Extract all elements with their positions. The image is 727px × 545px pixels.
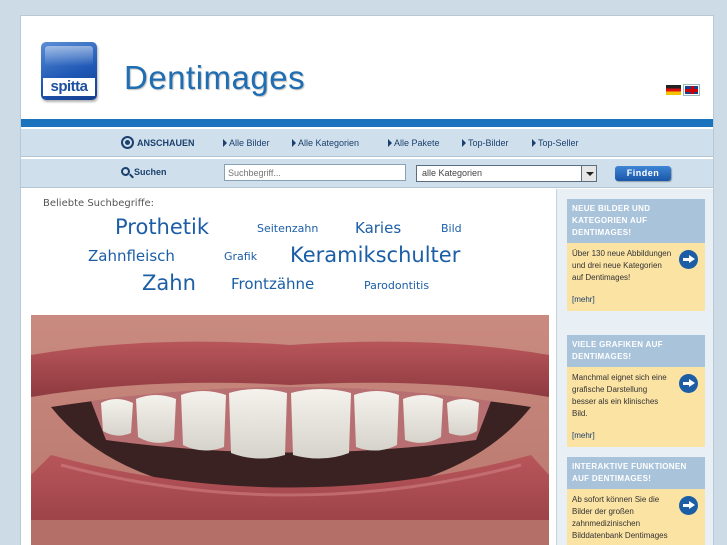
nav-alle-kategorien[interactable]: Alle Kategorien [292, 138, 359, 148]
nav-alle-bilder[interactable]: Alle Bilder [223, 138, 270, 148]
find-button[interactable]: Finden [615, 166, 671, 181]
header-stripe [21, 119, 713, 127]
arrow-right-icon [223, 139, 227, 147]
logo-highlight [45, 46, 93, 66]
chevron-down-icon[interactable] [581, 166, 596, 181]
nav-anschauen-label: ANSCHAUEN [137, 138, 195, 148]
info-box-graphics: VIELE GRAFIKEN AUF DENTIMAGES! Manchmal … [567, 335, 705, 447]
nav-label: Top-Bilder [468, 138, 509, 148]
info-box-text: Über 130 neue Abbildungen und drei neue … [572, 249, 672, 282]
tag-parodontitis[interactable]: Parodontitis [364, 279, 429, 292]
uk-flag-icon[interactable] [683, 84, 700, 96]
info-box-header: INTERAKTIVE FUNKTIONEN AUF DENTIMAGES! [567, 457, 705, 489]
page: spitta Dentimages ANSCHAUEN Alle Bilder … [20, 15, 714, 545]
search-input[interactable] [224, 164, 406, 181]
sidebar: NEUE BILDER UND KATEGORIEN AUF DENTIMAGE… [556, 189, 713, 545]
site-title[interactable]: Dentimages [124, 58, 305, 98]
search-icon [121, 167, 130, 176]
arrow-circle-icon[interactable] [679, 250, 698, 269]
arrow-circle-icon[interactable] [679, 374, 698, 393]
nav-label: Alle Bilder [229, 138, 270, 148]
tag-karies[interactable]: Karies [355, 219, 401, 237]
tag-cloud-title: Beliebte Suchbegriffe: [43, 198, 154, 209]
arrow-right-icon [532, 139, 536, 147]
info-box-text: Ab sofort können Sie die Bilder der groß… [572, 495, 668, 540]
arrow-right-icon [462, 139, 466, 147]
more-link[interactable]: [mehr] [572, 430, 673, 442]
arrow-circle-icon[interactable] [679, 496, 698, 515]
search-bar: Suchen alle Kategorien Finden [21, 159, 713, 188]
nav-alle-pakete[interactable]: Alle Pakete [388, 138, 440, 148]
tag-frontzaehne[interactable]: Frontzähne [231, 275, 314, 293]
teeth-photo-image [31, 315, 549, 545]
arrow-right-icon [388, 139, 392, 147]
search-label: Suchen [121, 167, 167, 177]
eye-icon [121, 136, 134, 149]
tag-grafik[interactable]: Grafik [224, 250, 257, 263]
info-box-interactive: INTERAKTIVE FUNKTIONEN AUF DENTIMAGES! A… [567, 457, 705, 545]
nav-top-bilder[interactable]: Top-Bilder [462, 138, 509, 148]
search-label-text: Suchen [134, 167, 167, 177]
info-box-body: Ab sofort können Sie die Bilder der groß… [567, 489, 705, 545]
info-box-body: Manchmal eignet sich eine grafische Dars… [567, 367, 705, 447]
nav-label: Alle Kategorien [298, 138, 360, 148]
info-box-body: Über 130 neue Abbildungen und drei neue … [567, 243, 705, 311]
tag-seitenzahn[interactable]: Seitenzahn [257, 222, 318, 235]
tag-keramikschulter[interactable]: Keramikschulter [290, 243, 460, 267]
header: spitta Dentimages [21, 16, 713, 119]
arrow-right-icon [292, 139, 296, 147]
more-link[interactable]: [mehr] [572, 294, 673, 306]
tag-bild[interactable]: Bild [441, 222, 462, 235]
info-box-text: Manchmal eignet sich eine grafische Dars… [572, 373, 667, 418]
nav-anschauen[interactable]: ANSCHAUEN [121, 136, 195, 149]
info-box-header: VIELE GRAFIKEN AUF DENTIMAGES! [567, 335, 705, 367]
tag-cloud: Beliebte Suchbegriffe: Prothetik Seitenz… [21, 189, 556, 309]
main-nav: ANSCHAUEN Alle Bilder Alle Kategorien Al… [21, 129, 713, 157]
nav-label: Alle Pakete [394, 138, 440, 148]
tag-zahnfleisch[interactable]: Zahnfleisch [88, 247, 175, 265]
teeth-photo[interactable] [31, 315, 549, 545]
spitta-logo[interactable]: spitta [41, 42, 97, 100]
category-select-value: alle Kategorien [422, 168, 483, 178]
nav-top-seller[interactable]: Top-Seller [532, 138, 579, 148]
tag-zahn[interactable]: Zahn [142, 271, 196, 295]
nav-label: Top-Seller [538, 138, 579, 148]
info-box-new-images: NEUE BILDER UND KATEGORIEN AUF DENTIMAGE… [567, 199, 705, 311]
info-box-header: NEUE BILDER UND KATEGORIEN AUF DENTIMAGE… [567, 199, 705, 243]
tag-prothetik[interactable]: Prothetik [115, 215, 209, 239]
german-flag-icon[interactable] [666, 85, 681, 95]
category-select[interactable]: alle Kategorien [416, 165, 597, 182]
logo-text: spitta [43, 78, 95, 96]
